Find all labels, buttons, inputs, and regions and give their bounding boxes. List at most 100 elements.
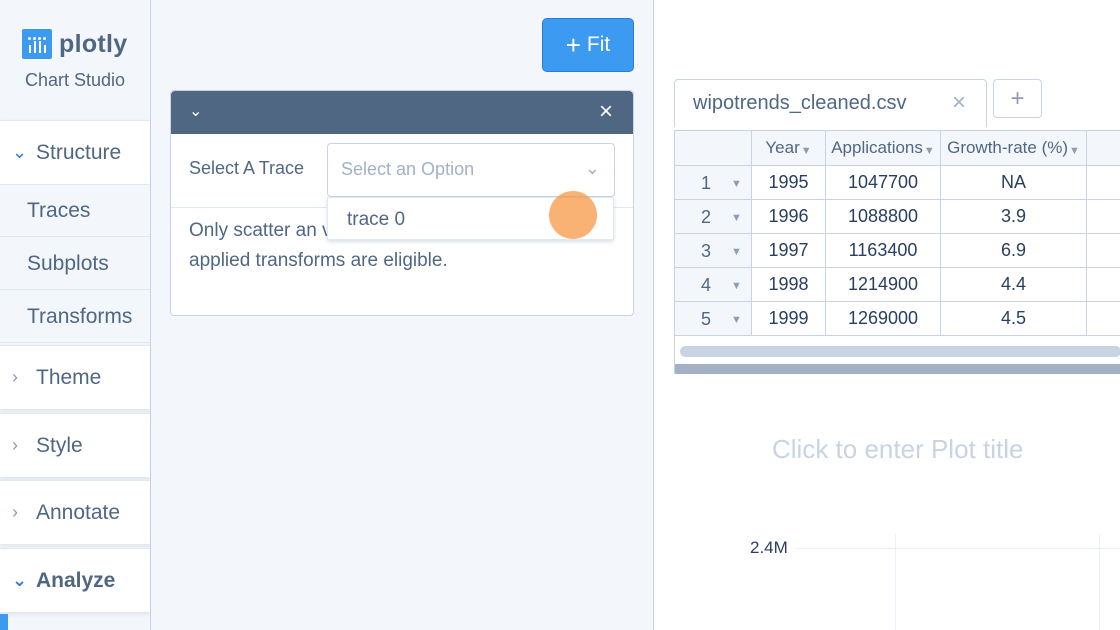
- column-header-label: Year: [765, 138, 800, 157]
- row-number[interactable]: 3 ▼: [675, 234, 752, 268]
- column-header-growth-rate[interactable]: Growth-rate (%) ▼: [941, 130, 1087, 166]
- table-cell[interactable]: 1998: [752, 268, 826, 302]
- row-menu-caret-icon[interactable]: ▼: [731, 246, 742, 258]
- sidebar-item-traces[interactable]: Traces: [0, 185, 150, 237]
- add-tab-button[interactable]: +: [993, 79, 1042, 118]
- plot-title-placeholder[interactable]: Click to enter Plot title: [772, 434, 1023, 465]
- table-cell[interactable]: 1214900: [826, 268, 941, 302]
- row-number-label: 5: [701, 309, 712, 329]
- table-cell[interactable]: NA: [941, 166, 1087, 200]
- table-cell[interactable]: 1995: [752, 166, 826, 200]
- column-header-label: Applications: [831, 138, 923, 157]
- table-cell[interactable]: 1997: [752, 234, 826, 268]
- chevron-right-icon: ›: [12, 435, 18, 455]
- row-menu-caret-icon[interactable]: ▼: [731, 178, 742, 190]
- horizontal-scrollbar[interactable]: [675, 342, 1120, 364]
- app-subtitle: Chart Studio: [24, 70, 126, 90]
- row-number-label: 3: [701, 241, 712, 261]
- table-cell[interactable]: [1087, 234, 1120, 268]
- sidebar-item-subplots[interactable]: Subplots: [0, 238, 150, 290]
- sidebar-section-analyze[interactable]: ⌄ Analyze: [0, 548, 150, 612]
- sidebar-section-label: Structure: [36, 140, 122, 164]
- table-cell[interactable]: 6.9: [941, 234, 1087, 268]
- file-tab[interactable]: wipotrends_cleaned.csv ×: [674, 79, 987, 127]
- chevron-down-icon: ⌄: [584, 158, 600, 178]
- sidebar-item-transforms[interactable]: Transforms: [0, 291, 150, 343]
- sidebar-section-theme[interactable]: › Theme: [0, 345, 150, 409]
- data-and-plot-panel: wipotrends_cleaned.csv × + Year ▼ Applica…: [655, 0, 1120, 630]
- close-icon[interactable]: ×: [599, 98, 613, 126]
- select-trace-label: Select A Trace: [189, 158, 305, 178]
- sort-caret-icon[interactable]: ▼: [924, 145, 935, 157]
- dropdown-option-trace-0[interactable]: trace 0: [347, 209, 405, 231]
- plus-icon: +: [565, 30, 581, 60]
- row-header-corner: [675, 130, 752, 166]
- select-placeholder: Select an Option: [341, 159, 475, 179]
- data-grid: Year ▼ Applications ▼ Growth-rate (%) ▼ 1 ▼ …: [674, 130, 1120, 374]
- column-header-applications[interactable]: Applications ▼: [826, 130, 941, 166]
- collapse-chevron-icon[interactable]: ⌄: [189, 101, 202, 121]
- sidebar-section-label: Style: [36, 433, 83, 457]
- table-cell[interactable]: 4.5: [941, 302, 1087, 336]
- file-tab-name: wipotrends_cleaned.csv: [693, 92, 907, 114]
- chevron-right-icon: ›: [12, 367, 18, 387]
- close-icon[interactable]: ×: [952, 89, 966, 117]
- plot-gridline: [895, 534, 896, 630]
- logo-text: plotly: [59, 29, 128, 58]
- plotly-logo-icon: [22, 29, 52, 59]
- row-menu-caret-icon[interactable]: ▼: [731, 212, 742, 224]
- sort-caret-icon[interactable]: ▼: [1069, 145, 1080, 157]
- sidebar-section-label: Analyze: [36, 568, 116, 592]
- sidebar: plotly Chart Studio ⌄ Structure Traces S…: [0, 0, 151, 630]
- row-number-label: 2: [701, 207, 712, 227]
- table-cell[interactable]: 1996: [752, 200, 826, 234]
- row-number[interactable]: 1 ▼: [675, 166, 752, 200]
- active-indicator: [0, 614, 8, 630]
- sidebar-item-label: Transforms: [27, 304, 133, 328]
- scrollbar-thumb[interactable]: [680, 346, 1120, 357]
- table-cell[interactable]: 1088800: [826, 200, 941, 234]
- table-cell[interactable]: [1087, 302, 1120, 336]
- y-axis-tick-label: 2.4M: [750, 538, 788, 557]
- table-cell[interactable]: 3.9: [941, 200, 1087, 234]
- analysis-card: ⌄ × Select A Trace Select an Option ⌄ On…: [170, 90, 634, 316]
- sidebar-section-label: Annotate: [36, 500, 121, 524]
- column-header-year[interactable]: Year ▼: [752, 130, 826, 166]
- row-menu-caret-icon[interactable]: ▼: [731, 314, 742, 326]
- chevron-down-icon: ⌄: [12, 142, 28, 162]
- sidebar-item-label: Traces: [27, 198, 91, 222]
- chevron-down-icon: ⌄: [12, 570, 28, 590]
- sidebar-item-label: Subplots: [27, 251, 109, 275]
- table-cell[interactable]: 1163400: [826, 234, 941, 268]
- plotly-logo: plotly: [22, 28, 127, 60]
- fit-button[interactable]: + Fit: [542, 18, 634, 72]
- table-cell[interactable]: 1999: [752, 302, 826, 336]
- row-number[interactable]: 5 ▼: [675, 302, 752, 336]
- table-cell[interactable]: 1269000: [826, 302, 941, 336]
- trace-select[interactable]: Select an Option ⌄: [327, 143, 615, 197]
- sidebar-section-style[interactable]: › Style: [0, 413, 150, 477]
- card-header: ⌄ ×: [171, 91, 633, 134]
- sort-caret-icon[interactable]: ▼: [801, 145, 812, 157]
- sidebar-section-label: Theme: [36, 365, 102, 389]
- table-cell[interactable]: [1087, 200, 1120, 234]
- column-header-label: Growth-rate (%): [947, 138, 1069, 157]
- grid-resize-bar[interactable]: [675, 364, 1120, 374]
- table-cell[interactable]: 1047700: [826, 166, 941, 200]
- analyze-panel: + Fit ⌄ × Select A Trace Select an Optio…: [151, 0, 654, 630]
- cursor-indicator: [549, 191, 597, 239]
- sidebar-section-structure[interactable]: ⌄ Structure: [0, 120, 150, 184]
- plot-gridline: [795, 548, 1120, 549]
- table-cell[interactable]: 4.4: [941, 268, 1087, 302]
- row-menu-caret-icon[interactable]: ▼: [731, 280, 742, 292]
- sidebar-section-annotate[interactable]: › Annotate: [0, 480, 150, 544]
- row-number[interactable]: 4 ▼: [675, 268, 752, 302]
- table-cell[interactable]: [1087, 166, 1120, 200]
- column-header-next[interactable]: [1087, 130, 1120, 166]
- chevron-right-icon: ›: [12, 502, 18, 522]
- table-cell[interactable]: [1087, 268, 1120, 302]
- plot-gridline: [1099, 534, 1100, 630]
- fit-button-label: Fit: [586, 33, 611, 56]
- row-number-label: 4: [701, 275, 712, 295]
- row-number[interactable]: 2 ▼: [675, 200, 752, 234]
